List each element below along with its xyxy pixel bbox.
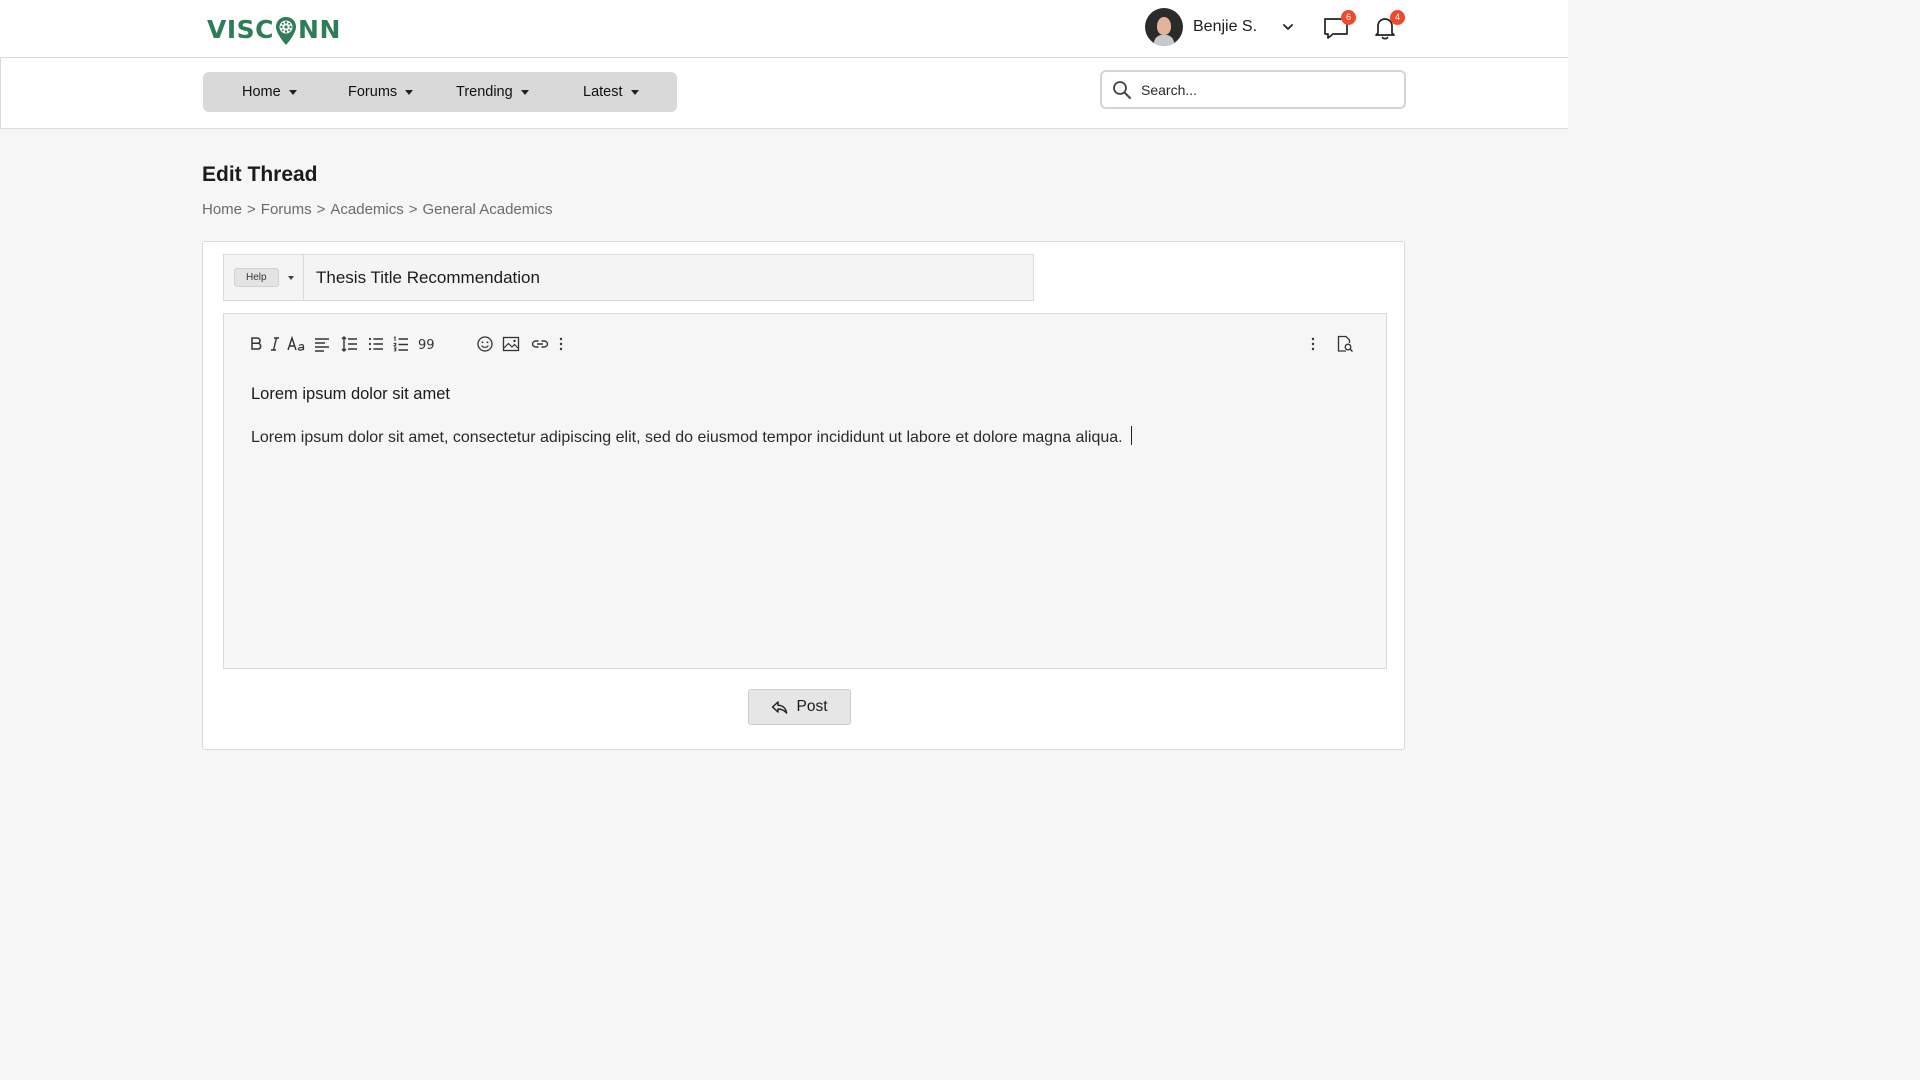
search-box[interactable] <box>1100 70 1406 109</box>
thread-title-row: Help <box>223 254 1034 301</box>
breadcrumb-home[interactable]: Home <box>202 201 242 218</box>
main-nav: Home Forums Trending Latest <box>203 72 677 112</box>
post-button-label: Post <box>796 698 828 715</box>
nav-trending[interactable]: Trending <box>456 72 529 112</box>
font-size-icon[interactable] <box>286 333 306 355</box>
preview-icon[interactable] <box>1335 333 1355 355</box>
italic-icon[interactable] <box>265 333 285 355</box>
messages-badge: 6 <box>1341 10 1356 25</box>
caret-down-icon <box>520 89 529 95</box>
nav-latest[interactable]: Latest <box>583 72 639 112</box>
more-icon[interactable] <box>551 333 571 355</box>
caret-down-icon <box>287 275 294 280</box>
prefix-tag: Help <box>234 268 279 287</box>
search-input[interactable] <box>1141 81 1391 98</box>
post-button[interactable]: Post <box>748 689 851 725</box>
search-icon <box>1113 80 1131 99</box>
user-name: Benjie S. <box>1193 18 1258 35</box>
breadcrumb-forums[interactable]: Forums <box>261 201 312 218</box>
svg-text:99: 99 <box>418 338 435 353</box>
logo[interactable]: VISC NN <box>207 13 341 45</box>
bullet-list-icon[interactable] <box>366 333 386 355</box>
text-cursor <box>1130 426 1132 445</box>
user-menu[interactable]: Benjie S. <box>1145 8 1295 46</box>
quote-icon[interactable]: 99 <box>416 333 436 355</box>
prefix-dropdown[interactable]: Help <box>224 255 304 300</box>
breadcrumb: Home > Forums > Academics > General Acad… <box>202 201 553 218</box>
top-header: VISC NN Benjie S. 6 4 <box>0 0 1568 58</box>
logo-pin-icon <box>275 16 297 46</box>
bold-icon[interactable] <box>246 333 266 355</box>
caret-down-icon <box>630 89 639 95</box>
editor-heading: Lorem ipsum dolor sit amet <box>251 385 450 403</box>
avatar[interactable] <box>1145 8 1183 46</box>
logo-text-start: VISC <box>207 14 275 44</box>
edit-thread-card: Help Thesis Title Recommendation 99 Lore… <box>202 241 1405 750</box>
breadcrumb-academics[interactable]: Academics <box>330 201 403 218</box>
numbered-list-icon[interactable] <box>391 333 411 355</box>
nav-forums[interactable]: Forums <box>348 72 414 112</box>
reply-icon <box>772 700 788 714</box>
caret-down-icon <box>405 89 414 95</box>
nav-bar: Home Forums Trending Latest <box>0 58 1568 129</box>
align-icon[interactable] <box>312 333 332 355</box>
editor-content[interactable]: Lorem ipsum dolor sit amet Lorem ipsum d… <box>251 385 1351 447</box>
options-icon[interactable] <box>1303 333 1323 355</box>
thread-title-input[interactable] <box>304 255 1033 300</box>
image-icon[interactable] <box>501 333 521 355</box>
link-icon[interactable] <box>530 333 550 355</box>
notifications-badge: 4 <box>1390 10 1405 25</box>
line-height-icon[interactable] <box>339 333 359 355</box>
editor-paragraph: Lorem ipsum dolor sit amet, consectetur … <box>251 426 1351 447</box>
notifications-button[interactable]: 4 <box>1371 10 1405 42</box>
breadcrumb-separator: > <box>408 201 418 218</box>
page-title: Edit Thread <box>202 163 318 186</box>
breadcrumb-separator: > <box>247 201 256 218</box>
rich-text-editor[interactable]: 99 Lorem ipsum dolor sit amet Lorem ipsu… <box>223 313 1387 669</box>
caret-down-icon <box>288 89 297 95</box>
breadcrumb-general-academics[interactable]: General Academics <box>423 201 553 218</box>
logo-text-end: NN <box>298 14 341 44</box>
editor-toolbar: 99 <box>246 333 1366 355</box>
chevron-down-icon[interactable] <box>1281 20 1295 34</box>
messages-button[interactable]: 6 <box>1322 10 1356 42</box>
breadcrumb-separator: > <box>316 201 326 218</box>
nav-home[interactable]: Home <box>242 72 297 112</box>
emoji-icon[interactable] <box>475 333 495 355</box>
